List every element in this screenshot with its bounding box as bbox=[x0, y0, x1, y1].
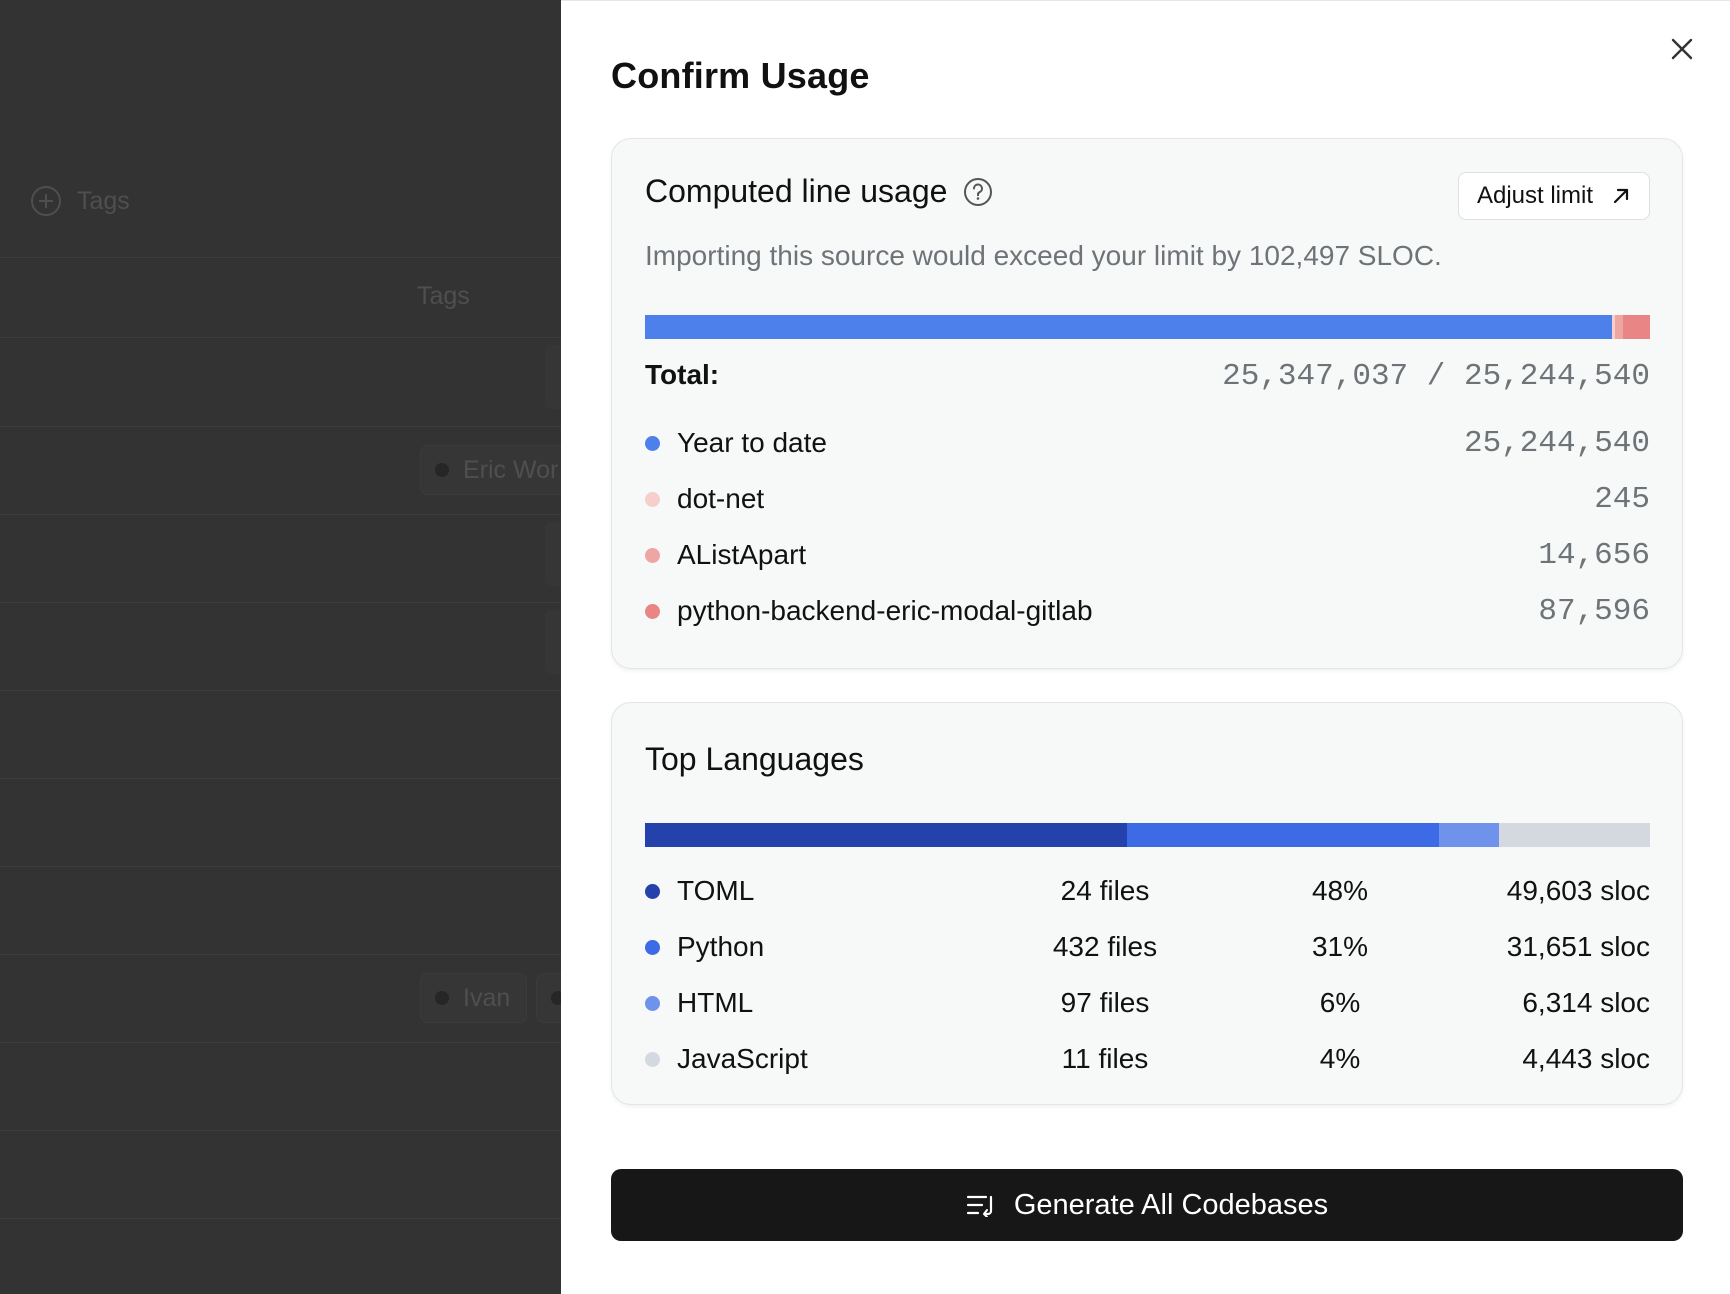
language-percent: 6% bbox=[1319, 987, 1361, 1018]
row-divider bbox=[0, 257, 561, 258]
tag-dot-icon bbox=[435, 991, 449, 1005]
language-sloc: 31,651 sloc bbox=[1506, 931, 1650, 962]
row-divider bbox=[0, 337, 561, 338]
row-divider bbox=[0, 778, 561, 779]
tag-chip[interactable]: Ivan bbox=[420, 973, 527, 1023]
usage-item-label: dot-net bbox=[677, 483, 765, 514]
tag-chip-label: Eric Wor bbox=[463, 455, 559, 484]
total-row: Total: 25,347,037 / 25,244,540 bbox=[645, 359, 1650, 394]
table-row: TOML 24 files 48% 49,603 sloc bbox=[645, 863, 1650, 919]
row-divider bbox=[0, 1218, 561, 1219]
language-sloc: 4,443 sloc bbox=[1522, 1043, 1650, 1074]
adjust-limit-label: Adjust limit bbox=[1476, 182, 1593, 209]
legend-dot-icon bbox=[645, 435, 660, 451]
usage-item-value: 14,656 bbox=[1538, 537, 1650, 573]
language-files: 11 files bbox=[1061, 1043, 1149, 1074]
table-cell bbox=[545, 345, 561, 409]
add-tags-button[interactable]: Tags bbox=[0, 170, 150, 232]
tags-column-header: Tags bbox=[417, 282, 470, 310]
legend-dot-icon bbox=[645, 491, 660, 507]
usage-item-label: python-backend-eric-modal-gitlab bbox=[677, 595, 1093, 626]
language-bar-segment bbox=[645, 823, 1128, 847]
usage-item-value: 25,244,540 bbox=[1463, 425, 1650, 461]
language-sloc: 6,314 sloc bbox=[1522, 987, 1650, 1018]
usage-heading: Computed line usage bbox=[645, 173, 948, 209]
generate-list-icon bbox=[966, 1195, 992, 1217]
language-bar-segment bbox=[1127, 823, 1439, 847]
language-files: 24 files bbox=[1060, 875, 1150, 906]
usage-breakdown-list: Year to date 25,244,540 dot-net 245 ALis… bbox=[645, 415, 1650, 639]
adjust-limit-button[interactable]: Adjust limit bbox=[1457, 172, 1650, 220]
total-value: 25,347,037 / 25,244,540 bbox=[1222, 359, 1650, 394]
table-row: HTML 97 files 6% 6,314 sloc bbox=[645, 975, 1650, 1031]
tag-dot-icon bbox=[551, 991, 561, 1005]
add-tags-label: Tags bbox=[77, 186, 130, 215]
language-name: TOML bbox=[677, 875, 755, 906]
row-divider bbox=[0, 866, 561, 867]
language-name: Python bbox=[677, 931, 765, 962]
legend-dot-icon bbox=[645, 995, 660, 1011]
language-percent: 31% bbox=[1311, 931, 1369, 962]
row-divider bbox=[0, 426, 561, 427]
usage-item-value: 87,596 bbox=[1538, 593, 1650, 629]
row-divider bbox=[0, 514, 561, 515]
legend-dot-icon bbox=[645, 883, 660, 899]
help-icon[interactable] bbox=[963, 177, 993, 207]
language-files: 97 files bbox=[1060, 987, 1150, 1018]
top-languages-card: Top Languages TOML 24 files 48% 49,603 s… bbox=[611, 702, 1683, 1105]
language-percent: 4% bbox=[1319, 1043, 1361, 1074]
list-item: Year to date 25,244,540 bbox=[645, 415, 1650, 471]
arrow-up-right-icon bbox=[1613, 188, 1629, 204]
tag-dot-icon bbox=[435, 463, 449, 477]
legend-dot-icon bbox=[645, 547, 660, 563]
table-row: JavaScript 11 files 4% 4,443 sloc bbox=[645, 1031, 1650, 1087]
usage-item-label: AListApart bbox=[677, 539, 807, 570]
legend-dot-icon bbox=[645, 1051, 660, 1067]
language-sloc: 49,603 sloc bbox=[1506, 875, 1650, 906]
background-page: Tags Tags Eric Wor Ivan bbox=[0, 0, 561, 1294]
close-button[interactable] bbox=[1664, 31, 1700, 67]
drawer-title: Confirm Usage bbox=[611, 55, 870, 96]
usage-bar-segment bbox=[645, 315, 1613, 339]
list-item: AListApart 14,656 bbox=[645, 527, 1650, 583]
row-divider bbox=[0, 690, 561, 691]
languages-list: TOML 24 files 48% 49,603 sloc Python 432… bbox=[645, 863, 1650, 1087]
legend-dot-icon bbox=[645, 603, 660, 619]
legend-dot-icon bbox=[645, 939, 660, 955]
total-label: Total: bbox=[645, 359, 720, 390]
usage-item-value: 245 bbox=[1594, 481, 1650, 517]
close-icon bbox=[1671, 38, 1693, 60]
usage-progress-bar bbox=[645, 315, 1650, 339]
table-cell bbox=[545, 610, 561, 674]
usage-bar-segment bbox=[1622, 315, 1650, 339]
language-files: 432 files bbox=[1052, 931, 1158, 962]
confirm-usage-drawer: Confirm Usage Computed line usage Adjust… bbox=[561, 0, 1730, 1294]
generate-all-codebases-button[interactable]: Generate All Codebases bbox=[611, 1169, 1683, 1241]
top-languages-heading: Top Languages bbox=[645, 741, 864, 777]
usage-item-label: Year to date bbox=[677, 427, 827, 458]
tag-chip-label: Ivan bbox=[463, 983, 511, 1012]
language-name: JavaScript bbox=[677, 1043, 808, 1074]
computed-line-usage-card: Computed line usage Adjust limit Importi… bbox=[611, 138, 1683, 669]
row-divider bbox=[0, 602, 561, 603]
tag-chip[interactable]: Eric Wor bbox=[420, 445, 561, 495]
row-divider bbox=[0, 954, 561, 955]
row-divider bbox=[0, 1130, 561, 1131]
table-cell bbox=[545, 522, 561, 586]
list-item: dot-net 245 bbox=[645, 471, 1650, 527]
language-percent: 48% bbox=[1311, 875, 1369, 906]
tag-chip[interactable] bbox=[536, 973, 561, 1023]
list-item: python-backend-eric-modal-gitlab 87,596 bbox=[645, 583, 1650, 639]
usage-exceed-message: Importing this source would exceed your … bbox=[645, 240, 1442, 271]
languages-progress-bar bbox=[645, 823, 1650, 847]
row-divider bbox=[0, 1042, 561, 1043]
plus-circle-icon bbox=[31, 186, 61, 216]
generate-all-codebases-label: Generate All Codebases bbox=[1013, 1188, 1329, 1221]
table-row: Python 432 files 31% 31,651 sloc bbox=[645, 919, 1650, 975]
language-name: HTML bbox=[677, 987, 754, 1018]
language-bar-segment bbox=[1499, 823, 1650, 847]
language-bar-segment bbox=[1438, 823, 1500, 847]
usage-bar-segment bbox=[1615, 315, 1623, 339]
